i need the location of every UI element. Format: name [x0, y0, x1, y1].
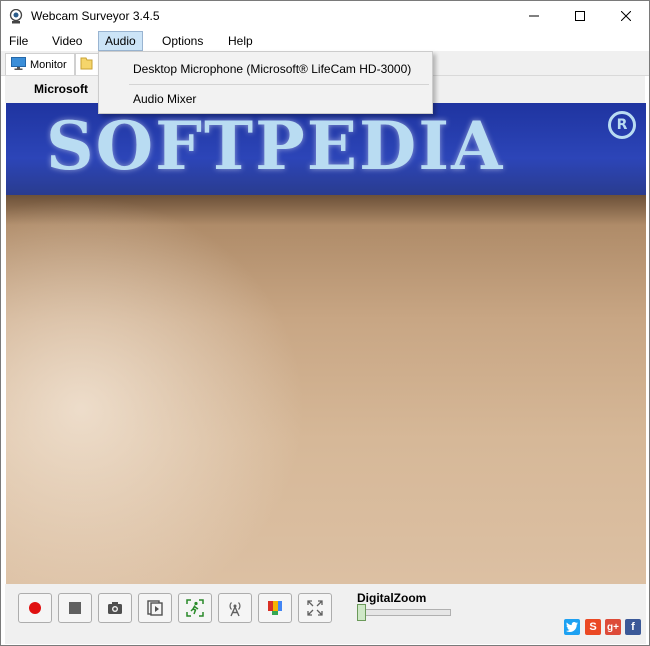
tab-recordings[interactable] — [75, 53, 99, 75]
title-bar: Webcam Surveyor 3.4.5 — [1, 1, 649, 31]
menu-separator — [129, 84, 429, 85]
menu-video[interactable]: Video — [46, 32, 88, 50]
minimize-icon — [529, 15, 539, 17]
color-settings-icon — [268, 601, 282, 615]
close-button[interactable] — [603, 1, 649, 31]
registered-mark: R — [608, 111, 636, 139]
banner-text: SOFTPEDIA — [46, 107, 505, 185]
camera-name: Microsoft — [34, 82, 88, 96]
monitor-icon — [11, 56, 26, 73]
playback-button[interactable] — [138, 593, 172, 623]
google-plus-icon[interactable]: g+ — [605, 619, 621, 635]
stop-button[interactable] — [58, 593, 92, 623]
video-preview[interactable]: SOFTPEDIA R — [6, 103, 646, 584]
broadcast-icon — [229, 602, 241, 617]
minimize-button[interactable] — [511, 1, 557, 31]
motion-detection-button[interactable] — [178, 593, 212, 623]
fullscreen-icon — [307, 600, 323, 616]
twitter-icon[interactable] — [564, 619, 580, 635]
menu-help[interactable]: Help — [222, 32, 259, 50]
broadcast-button[interactable] — [218, 593, 252, 623]
maximize-button[interactable] — [557, 1, 603, 31]
motion-detect-icon — [186, 599, 204, 617]
record-button[interactable] — [18, 593, 52, 623]
control-toolbar: DigitalZoom S g+ f — [5, 584, 646, 644]
color-settings-button[interactable] — [258, 593, 292, 623]
app-window: Webcam Surveyor 3.4.5 File Video Audio O… — [0, 0, 650, 646]
facebook-glyph: f — [631, 621, 635, 633]
menu-audio[interactable]: Audio — [98, 31, 143, 51]
facebook-icon[interactable]: f — [625, 619, 641, 635]
stop-icon — [69, 602, 81, 614]
video-banner: SOFTPEDIA R — [6, 103, 646, 195]
stumbleupon-glyph: S — [589, 621, 597, 633]
light-reflection — [6, 195, 306, 584]
camera-icon — [108, 602, 122, 614]
snapshot-button[interactable] — [98, 593, 132, 623]
window-title: Webcam Surveyor 3.4.5 — [31, 9, 160, 23]
record-icon — [29, 602, 41, 614]
playback-icon — [147, 600, 163, 616]
google-plus-glyph: g+ — [607, 621, 619, 633]
menu-item-desktop-microphone[interactable]: Desktop Microphone (Microsoft® LifeCam H… — [133, 62, 411, 76]
tab-monitor-label: Monitor — [30, 58, 67, 71]
digital-zoom-thumb[interactable] — [357, 604, 366, 621]
stumbleupon-icon[interactable]: S — [585, 619, 601, 635]
menu-file[interactable]: File — [3, 32, 34, 50]
fullscreen-button[interactable] — [298, 593, 332, 623]
menu-bar: File Video Audio Options Help — [1, 31, 649, 51]
audio-menu-dropdown: Desktop Microphone (Microsoft® LifeCam H… — [98, 51, 433, 114]
menu-options[interactable]: Options — [156, 32, 209, 50]
webcam-app-icon — [9, 8, 23, 24]
tab-monitor[interactable]: Monitor — [5, 53, 75, 75]
digital-zoom-slider[interactable] — [357, 609, 451, 616]
folder-icon — [80, 56, 93, 73]
digital-zoom-label: DigitalZoom — [357, 591, 427, 605]
menu-item-audio-mixer[interactable]: Audio Mixer — [133, 92, 196, 106]
close-icon — [621, 11, 631, 21]
maximize-icon — [575, 11, 585, 21]
